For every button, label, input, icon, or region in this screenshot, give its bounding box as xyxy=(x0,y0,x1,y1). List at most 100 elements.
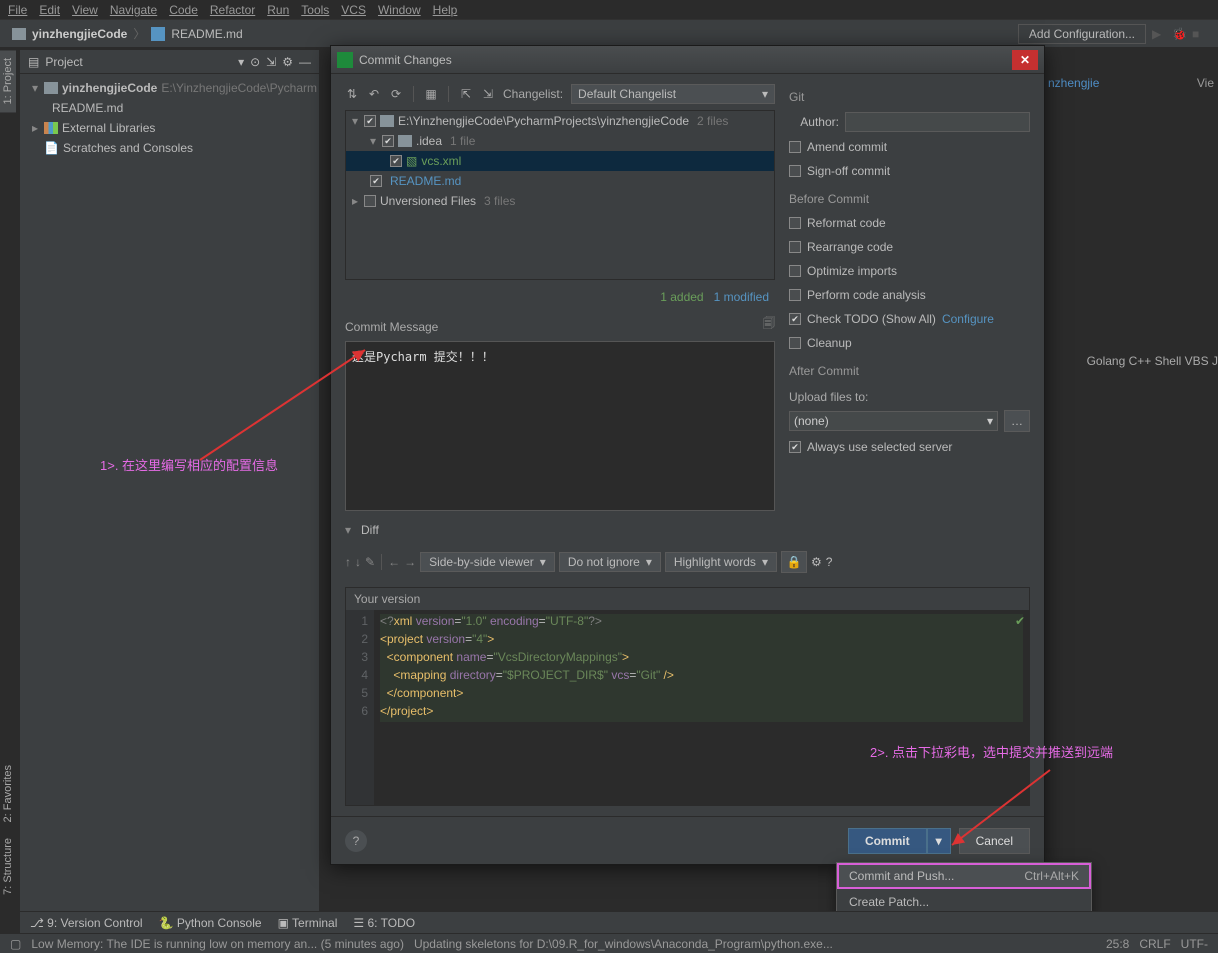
rearrange-checkbox-row[interactable]: Rearrange code xyxy=(789,238,1030,256)
browse-server-button[interactable]: … xyxy=(1004,410,1030,432)
commit-and-push-item[interactable]: Commit and Push... Ctrl+Alt+K xyxy=(837,863,1091,889)
breadcrumb-file[interactable]: README.md xyxy=(171,27,242,41)
version-control-tab[interactable]: ⎇ 9: Version Control xyxy=(30,916,143,930)
menu-window[interactable]: Window xyxy=(378,3,421,17)
expand-icon[interactable]: ▾ xyxy=(345,523,353,537)
revert-icon[interactable]: ↶ xyxy=(367,87,381,101)
collapse-all-icon[interactable]: ⇲ xyxy=(481,87,495,101)
expand-icon[interactable]: ▸ xyxy=(32,121,40,135)
checkbox[interactable] xyxy=(382,135,394,147)
encoding[interactable]: UTF- xyxy=(1181,937,1208,951)
author-input[interactable] xyxy=(845,112,1030,132)
menu-help[interactable]: Help xyxy=(433,3,458,17)
collapse-icon[interactable]: ⇲ xyxy=(266,55,276,69)
menu-vcs[interactable]: VCS xyxy=(341,3,366,17)
checkbox[interactable] xyxy=(789,337,801,349)
menu-code[interactable]: Code xyxy=(169,3,198,17)
chevron-down-icon[interactable]: ▾ xyxy=(238,55,244,69)
always-server-checkbox-row[interactable]: Always use selected server xyxy=(789,438,1030,456)
todo-checkbox-row[interactable]: Check TODO (Show All) Configure xyxy=(789,310,1030,328)
checkbox[interactable] xyxy=(789,141,801,153)
highlight-dropdown[interactable]: Highlight words▾ xyxy=(665,552,777,572)
optimize-checkbox-row[interactable]: Optimize imports xyxy=(789,262,1030,280)
scratches-node[interactable]: 📄 Scratches and Consoles xyxy=(20,138,319,158)
edit-icon[interactable]: ✎ xyxy=(365,555,375,569)
breadcrumb-project[interactable]: yinzhengjieCode xyxy=(32,27,127,41)
history-icon[interactable]: 🗐 xyxy=(763,314,775,335)
gear-icon[interactable]: ⚙ xyxy=(282,55,293,69)
forward-icon[interactable]: → xyxy=(404,555,416,569)
menu-edit[interactable]: Edit xyxy=(39,3,60,17)
checkbox[interactable] xyxy=(364,195,376,207)
terminal-tab[interactable]: ▣ Terminal xyxy=(278,916,338,930)
upload-server-combo[interactable]: (none)▾ xyxy=(789,411,998,431)
project-tree[interactable]: ▾ yinzhengjieCode E:\YinzhengjieCode\Pyc… xyxy=(20,74,319,162)
project-tool-tab[interactable]: 1: Project xyxy=(0,50,16,112)
signoff-checkbox-row[interactable]: Sign-off commit xyxy=(789,162,1030,180)
checkbox[interactable] xyxy=(789,313,801,325)
menu-view[interactable]: View xyxy=(72,3,98,17)
readme-row[interactable]: README.md xyxy=(346,171,774,191)
commit-message-input[interactable] xyxy=(345,341,775,511)
cleanup-checkbox-row[interactable]: Cleanup xyxy=(789,334,1030,352)
menu-refactor[interactable]: Refactor xyxy=(210,3,255,17)
run-configuration-selector[interactable]: Add Configuration... xyxy=(1018,24,1146,44)
external-libraries-node[interactable]: ▸ External Libraries xyxy=(20,118,319,138)
expand-icon[interactable]: ▾ xyxy=(32,81,40,95)
amend-checkbox-row[interactable]: Amend commit xyxy=(789,138,1030,156)
low-memory-message[interactable]: Low Memory: The IDE is running low on me… xyxy=(31,937,404,951)
menu-tools[interactable]: Tools xyxy=(301,3,329,17)
menu-run[interactable]: Run xyxy=(267,3,289,17)
line-separator[interactable]: CRLF xyxy=(1139,937,1170,951)
configure-link[interactable]: Configure xyxy=(942,312,994,326)
tree-root-row[interactable]: ▾ E:\YinzhengjieCode\PycharmProjects\yin… xyxy=(346,111,774,131)
checkbox[interactable] xyxy=(370,175,382,187)
next-change-icon[interactable]: ↓ xyxy=(355,555,361,569)
help-icon[interactable]: ? xyxy=(826,555,833,569)
menu-navigate[interactable]: Navigate xyxy=(110,3,157,17)
menu-bar[interactable]: File Edit View Navigate Code Refactor Ru… xyxy=(0,0,1218,20)
lock-icon[interactable]: 🔒 xyxy=(781,551,807,573)
unversioned-row[interactable]: ▸ Unversioned Files 3 files xyxy=(346,191,774,211)
viewer-mode-dropdown[interactable]: Side-by-side viewer▾ xyxy=(420,552,555,572)
python-console-tab[interactable]: 🐍 Python Console xyxy=(159,916,262,930)
reformat-checkbox-row[interactable]: Reformat code xyxy=(789,214,1030,232)
checkbox[interactable] xyxy=(390,155,402,167)
run-icon[interactable]: ▶ xyxy=(1152,27,1166,41)
checkbox[interactable] xyxy=(789,241,801,253)
expand-all-icon[interactable]: ⇱ xyxy=(459,87,473,101)
help-button[interactable]: ? xyxy=(345,830,367,852)
hide-icon[interactable]: — xyxy=(299,55,311,69)
prev-change-icon[interactable]: ↑ xyxy=(345,555,351,569)
checkbox[interactable] xyxy=(789,165,801,177)
show-diff-icon[interactable]: ⇅ xyxy=(345,87,359,101)
project-root-node[interactable]: ▾ yinzhengjieCode E:\YinzhengjieCode\Pyc… xyxy=(20,78,319,98)
todo-tab[interactable]: ☰ 6: TODO xyxy=(353,916,415,930)
code-editor[interactable]: 123456 <?xml version="1.0" encoding="UTF… xyxy=(346,610,1029,805)
ignore-dropdown[interactable]: Do not ignore▾ xyxy=(559,552,661,572)
target-icon[interactable]: ⊙ xyxy=(250,55,260,69)
idea-folder-row[interactable]: ▾ .idea 1 file xyxy=(346,131,774,151)
structure-tool-tab[interactable]: 7: Structure xyxy=(0,830,16,903)
changelist-combo[interactable]: Default Changelist ▾ xyxy=(571,84,775,104)
commit-split-button[interactable]: Commit ▾ xyxy=(848,828,951,854)
favorites-tool-tab[interactable]: 2: Favorites xyxy=(0,757,16,830)
stop-icon[interactable]: ■ xyxy=(1192,27,1206,41)
menu-file[interactable]: File xyxy=(8,3,27,17)
checkbox[interactable] xyxy=(789,265,801,277)
checkbox[interactable] xyxy=(789,217,801,229)
debug-icon[interactable]: 🐞 xyxy=(1172,27,1186,41)
back-icon[interactable]: ← xyxy=(388,555,400,569)
readme-file-node[interactable]: README.md xyxy=(20,98,319,118)
analysis-checkbox-row[interactable]: Perform code analysis xyxy=(789,286,1030,304)
editor-link[interactable]: nzhengjie xyxy=(1048,76,1218,90)
gear-icon[interactable]: ⚙ xyxy=(811,555,822,569)
checkbox[interactable] xyxy=(789,441,801,453)
changes-tree[interactable]: ▾ E:\YinzhengjieCode\PycharmProjects\yin… xyxy=(345,110,775,280)
refresh-icon[interactable]: ⟳ xyxy=(389,87,403,101)
checkbox[interactable] xyxy=(364,115,376,127)
group-icon[interactable]: ▦ xyxy=(424,87,438,101)
caret-position[interactable]: 25:8 xyxy=(1106,937,1129,951)
commit-dropdown-button[interactable]: ▾ xyxy=(927,828,951,854)
close-button[interactable]: ✕ xyxy=(1012,50,1038,70)
